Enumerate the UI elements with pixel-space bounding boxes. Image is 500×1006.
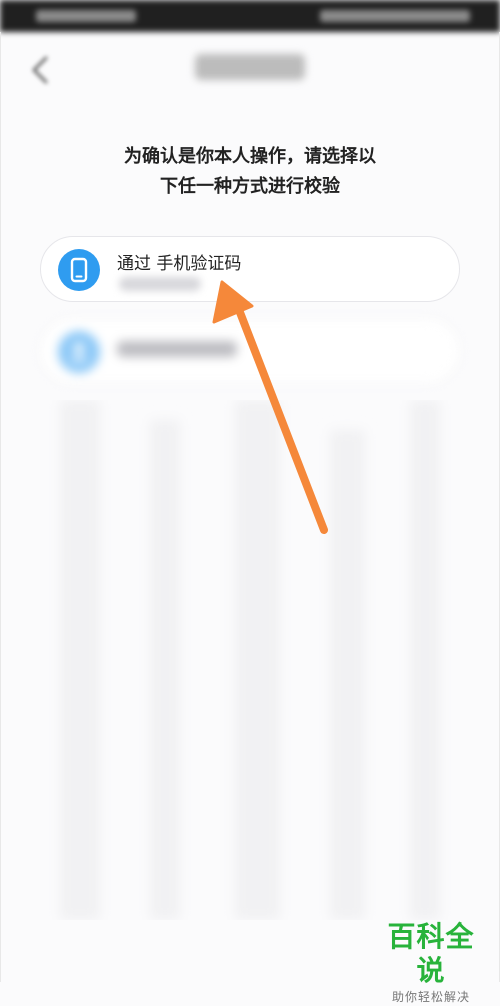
status-left-info	[36, 10, 136, 22]
page-title	[0, 54, 500, 86]
phone-icon	[58, 249, 100, 291]
masked-phone-number	[119, 277, 201, 291]
option-other-label	[117, 341, 237, 362]
instruction-text: 为确认是你本人操作，请选择以 下任一种方式进行校验	[90, 142, 410, 202]
watermark-subtitle: 助你轻松解决	[391, 990, 470, 1004]
watermark-title: 百科全说	[387, 920, 475, 987]
status-bar	[0, 0, 500, 32]
option-other-method[interactable]	[40, 318, 460, 384]
option-phone-code[interactable]: 通过 手机验证码	[40, 236, 460, 302]
instruction-line-2: 下任一种方式进行校验	[160, 176, 340, 197]
user-icon	[58, 331, 100, 373]
nav-bar	[0, 32, 500, 108]
instruction-line-1: 为确认是你本人操作，请选择以	[124, 146, 376, 167]
blurred-background	[60, 400, 440, 920]
watermark: 百科全说 助你轻松解决	[376, 920, 486, 1006]
status-right-info	[320, 10, 470, 22]
option-phone-label: 通过 手机验证码	[117, 254, 242, 274]
